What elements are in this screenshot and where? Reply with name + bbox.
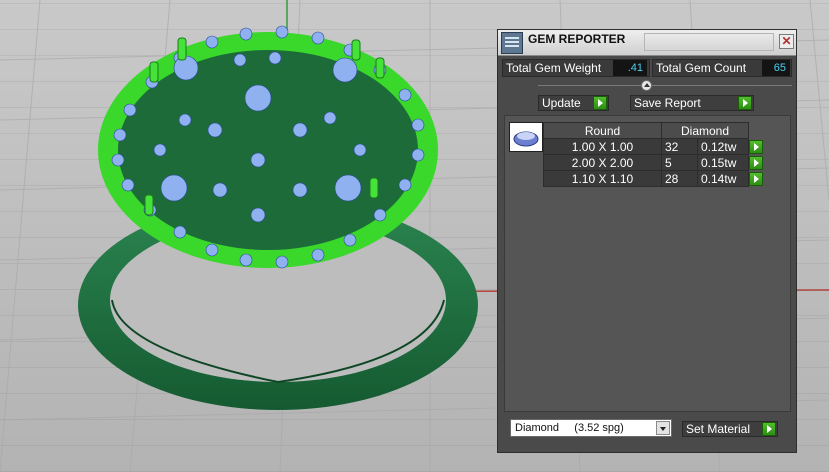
header-round: Round (543, 122, 662, 139)
total-gem-count-value: 65 (762, 60, 790, 76)
gem-reporter-app-icon (501, 32, 523, 54)
update-button[interactable]: Update (538, 95, 609, 111)
title-divider (644, 33, 774, 51)
save-report-go-icon (738, 96, 752, 110)
splitter-handle[interactable] (641, 80, 652, 91)
gem-table-header: Round Diamond (543, 122, 764, 139)
close-icon[interactable]: ✕ (779, 34, 794, 49)
row-select-icon[interactable] (749, 171, 763, 186)
gem-weight: 0.12tw (697, 138, 749, 155)
row-select-icon[interactable] (749, 139, 763, 154)
gem-table: Round Diamond 1.00 X 1.00 32 0.12tw 2.00… (543, 122, 764, 187)
total-gem-weight-value: .41 (613, 60, 647, 76)
table-row[interactable]: 1.00 X 1.00 32 0.12tw (543, 138, 764, 155)
panel-title: GEM REPORTER (528, 32, 626, 46)
gem-size: 1.00 X 1.00 (543, 138, 662, 155)
chevron-down-icon[interactable] (656, 421, 670, 435)
material-dropdown[interactable]: Diamond (3.52 spg) (510, 419, 672, 437)
set-material-button[interactable]: Set Material (682, 421, 778, 437)
gem-list-area: Round Diamond 1.00 X 1.00 32 0.12tw 2.00… (504, 115, 791, 412)
table-row[interactable]: 1.10 X 1.10 28 0.14tw (543, 170, 764, 187)
gem-count: 28 (661, 170, 698, 187)
row-select-icon[interactable] (749, 155, 763, 170)
gem-reporter-panel: GEM REPORTER ✕ Total Gem Weight .41 Tota… (497, 29, 797, 453)
round-gem-icon (509, 122, 543, 152)
gem-weight: 0.15tw (697, 154, 749, 171)
save-report-button[interactable]: Save Report (630, 95, 754, 111)
gem-count: 5 (661, 154, 698, 171)
gem-size: 2.00 X 2.00 (543, 154, 662, 171)
header-diamond: Diamond (661, 122, 749, 139)
gem-count: 32 (661, 138, 698, 155)
gem-weight: 0.14tw (697, 170, 749, 187)
panel-titlebar[interactable]: GEM REPORTER ✕ (498, 30, 796, 56)
set-material-go-icon (762, 422, 776, 436)
gem-size: 1.10 X 1.10 (543, 170, 662, 187)
table-row[interactable]: 2.00 X 2.00 5 0.15tw (543, 154, 764, 171)
splitter-line (538, 85, 792, 86)
update-go-icon (593, 96, 607, 110)
